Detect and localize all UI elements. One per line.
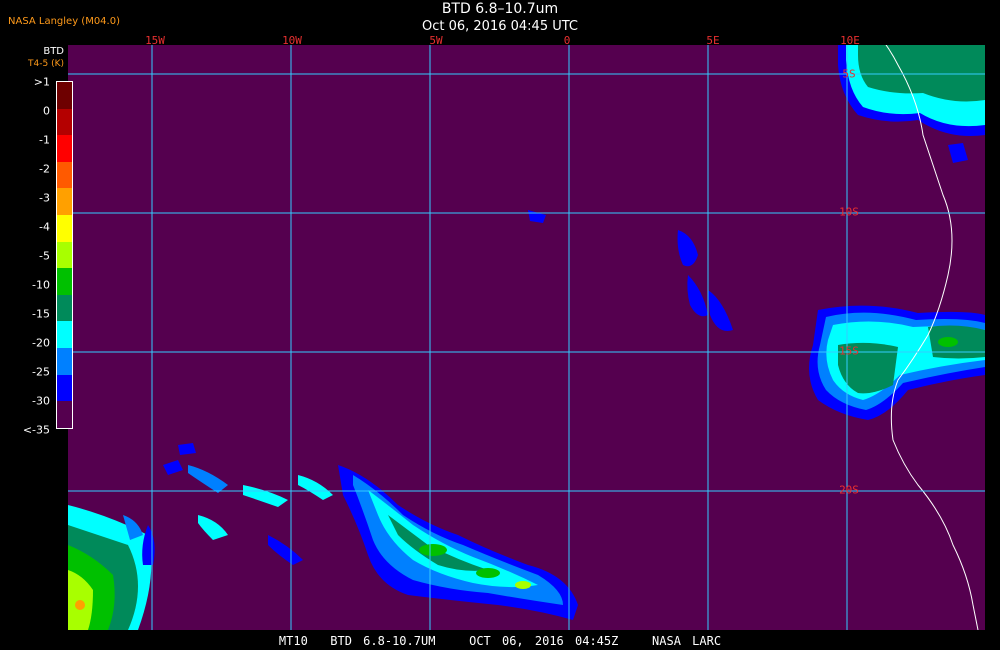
legend-tick-label: -3 xyxy=(39,191,50,205)
cloud-field-southwest xyxy=(68,505,155,630)
legend-swatch xyxy=(57,82,72,109)
cloud-field-east xyxy=(809,305,985,420)
legend-tick-label: -1 xyxy=(39,133,50,147)
lon-label-15w: 15W xyxy=(145,34,165,47)
legend-swatch xyxy=(57,161,72,189)
cloud-band-south xyxy=(163,443,578,620)
legend-tick-label: -30 xyxy=(32,394,50,408)
legend-swatch xyxy=(57,401,72,428)
legend-tick-label: -4 xyxy=(39,220,50,234)
legend-swatch xyxy=(57,108,72,136)
legend-swatch xyxy=(57,215,72,242)
legend-swatch xyxy=(57,348,72,375)
legend-swatch xyxy=(57,188,72,216)
lon-label-5w: 5W xyxy=(429,34,443,47)
image-timestamp: Oct 06, 2016 04:45 UTC xyxy=(422,19,578,34)
legend-swatch xyxy=(57,135,72,162)
lat-label-5s: 5S xyxy=(842,67,856,81)
image-title: BTD 6.8–10.7um xyxy=(441,1,559,17)
legend-tick-label: -25 xyxy=(32,365,50,379)
legend-unit-line1: BTD xyxy=(43,46,64,57)
legend-tick-label: <-35 xyxy=(22,423,50,437)
legend-swatch xyxy=(57,294,72,322)
cloud-imagery xyxy=(68,45,985,630)
lat-label-15s: 15S xyxy=(839,344,859,358)
cloud-streak-central xyxy=(528,210,733,331)
satellite-map[interactable] xyxy=(68,45,985,630)
legend-swatch xyxy=(57,268,72,295)
lon-label-5e: 5E xyxy=(706,34,720,47)
footer-caption: MT10 BTD 6.8-10.7UM OCT 06, 2016 04:45Z … xyxy=(278,634,722,648)
legend-colorbar xyxy=(56,81,73,429)
legend-tick-label: >1 xyxy=(33,75,50,89)
legend-tick-label: -20 xyxy=(32,336,50,350)
legend-tick-label: -15 xyxy=(32,307,50,321)
legend-unit-line2: T4-5 (K) xyxy=(28,59,64,69)
legend-tick-label: -10 xyxy=(32,278,50,292)
lat-label-20s: 20S xyxy=(839,483,859,497)
legend-tick-label: -2 xyxy=(39,162,50,176)
lat-label-10s: 10S xyxy=(839,205,859,219)
lon-label-0: 0 xyxy=(563,34,571,47)
legend-swatch xyxy=(57,241,72,269)
cloud-field-northeast xyxy=(838,45,985,163)
legend-tick-label: -5 xyxy=(39,249,50,263)
legend-swatch xyxy=(57,374,72,402)
agency-label: NASA Langley (M04.0) xyxy=(8,16,120,27)
lon-label-10e: 10E xyxy=(840,34,860,47)
lon-label-10w: 10W xyxy=(282,34,302,47)
legend-unit: BTD T4-5 (K) xyxy=(22,45,64,71)
legend-tick-label: 0 xyxy=(43,104,50,118)
legend-swatch xyxy=(57,321,72,349)
